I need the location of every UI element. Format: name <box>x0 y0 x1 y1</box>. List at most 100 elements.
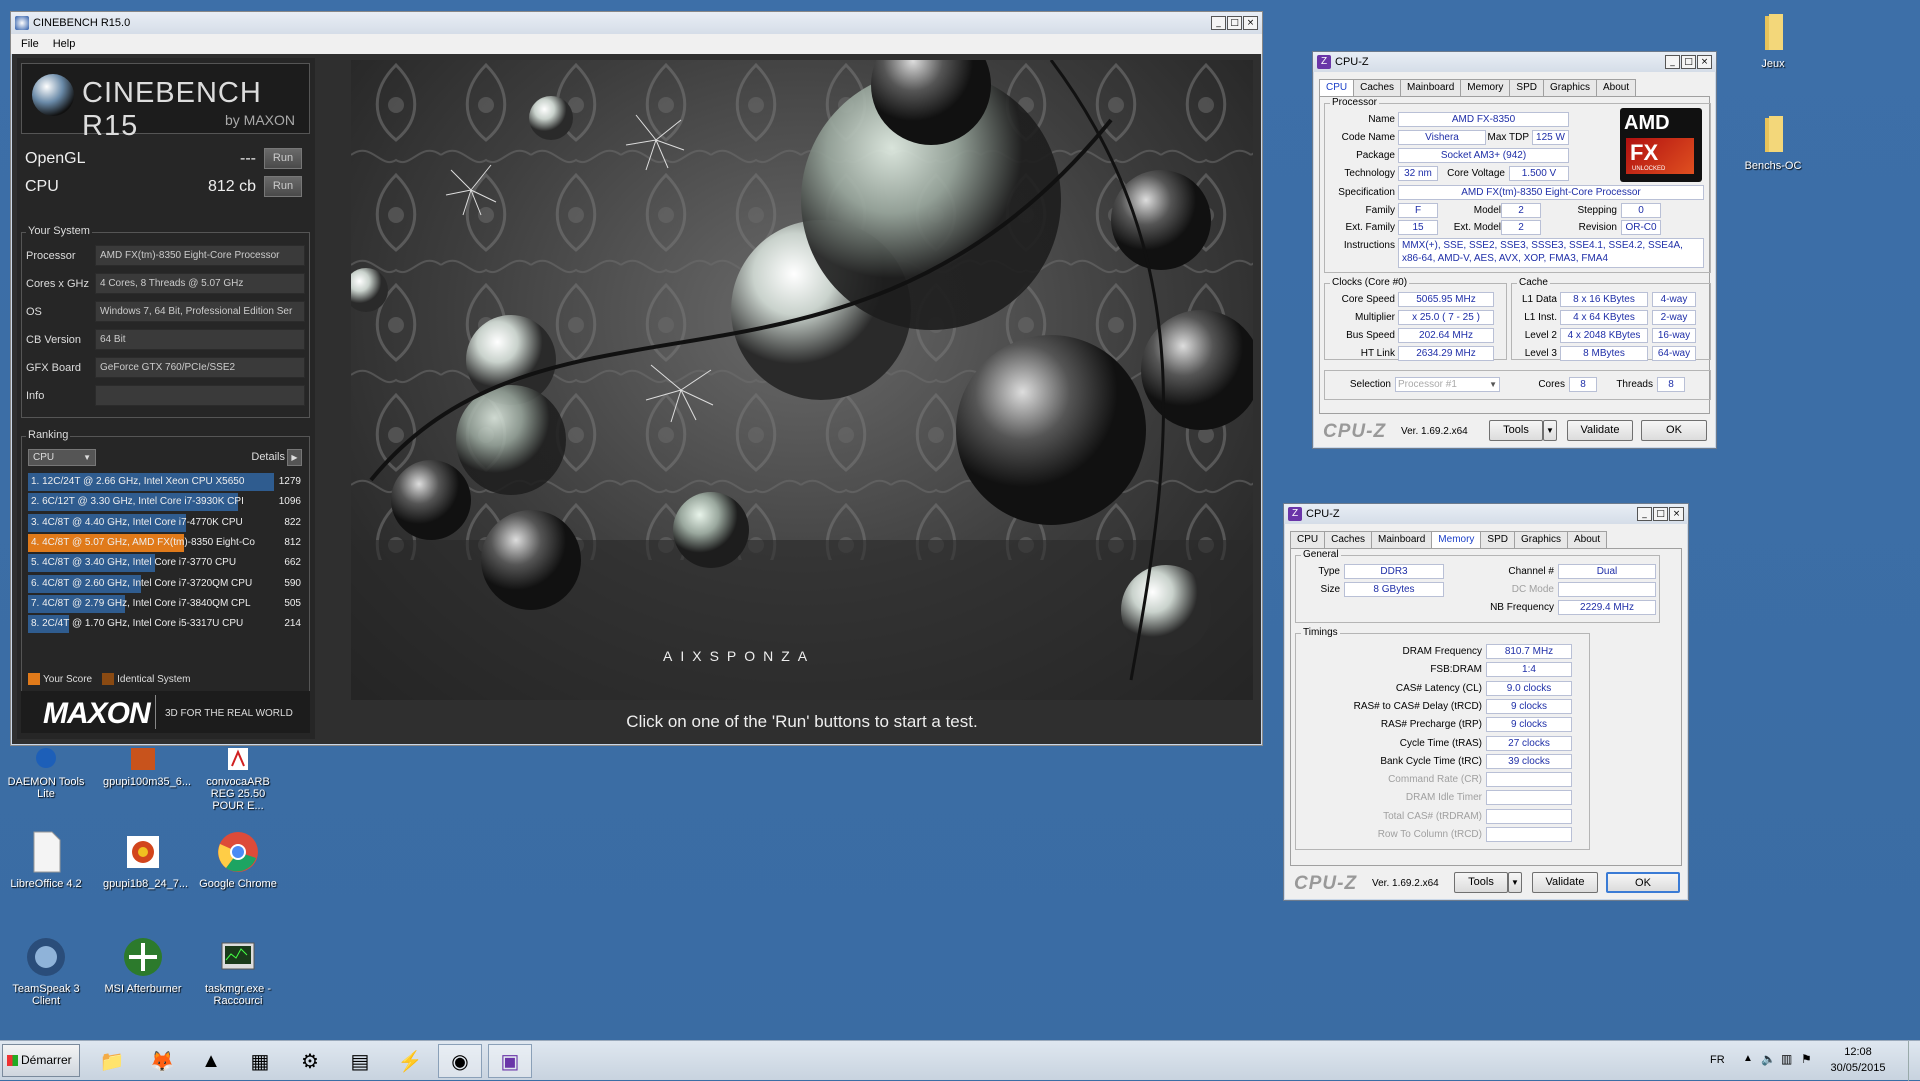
chevron-down-icon: ▼ <box>1489 380 1497 389</box>
tool-icon[interactable]: ⚙ <box>288 1044 332 1078</box>
cpuz-window-memory[interactable]: Z CPU-Z _ □ × CPU Caches Mainboard Memor… <box>1283 503 1689 901</box>
desktop-icon-taskmgr[interactable]: taskmgr.exe - Raccourci <box>198 935 278 1007</box>
field-label: L1 Inst. <box>1524 312 1557 323</box>
multiplier-value: x 25.0 ( 7 - 25 ) <box>1398 310 1494 325</box>
desktop-icon-daemon-tools[interactable]: DAEMON Tools Lite <box>6 748 86 800</box>
cpuz-window-cpu[interactable]: Z CPU-Z _ □ × CPU Caches Mainboard Memor… <box>1312 51 1717 449</box>
clock-date[interactable]: 30/05/2015 <box>1823 1062 1893 1074</box>
tab-caches[interactable]: Caches <box>1353 79 1402 97</box>
maximize-button[interactable]: □ <box>1227 16 1242 30</box>
tab-caches[interactable]: Caches <box>1324 531 1373 549</box>
desktop-icon-gpupi100m[interactable]: gpupi100m35_6... <box>103 748 191 788</box>
tab-cpu[interactable]: CPU <box>1290 531 1326 549</box>
firefox-icon[interactable]: 🦊 <box>140 1044 184 1078</box>
system-tray: FR ▲ 🔈 ▥ ⚑ 12:08 30/05/2015 <box>1705 1041 1920 1081</box>
close-button[interactable]: × <box>1669 507 1684 521</box>
tab-memory[interactable]: Memory <box>1460 79 1511 97</box>
timing-value: 27 clocks <box>1486 735 1572 751</box>
clock-time[interactable]: 12:08 <box>1823 1046 1893 1058</box>
cpuz-titlebar[interactable]: Z CPU-Z _ □ × <box>1284 504 1688 524</box>
tools-dropdown-icon[interactable]: ▼ <box>1543 420 1557 441</box>
ranking-score: 822 <box>284 516 301 528</box>
run-cpu-button[interactable]: Run <box>264 176 302 197</box>
desktop-icon-label: TeamSpeak 3 Client <box>12 983 80 1007</box>
ranking-group: Ranking CPU ▼ Details ▶ 1. 12C/24T @ 2.66… <box>21 429 310 692</box>
cpuz-icon[interactable]: ▣ <box>488 1044 532 1078</box>
tab-about[interactable]: About <box>1567 531 1608 549</box>
window-title: CINEBENCH R15.0 <box>33 17 131 29</box>
show-desktop-button[interactable] <box>1908 1041 1920 1081</box>
start-button[interactable]: Démarrer <box>2 1044 80 1077</box>
field-label: Ext. Family <box>1345 222 1395 233</box>
desktop-icon-label: Benchs-OC <box>1744 160 1802 172</box>
menu-file[interactable]: File <box>21 38 39 50</box>
ok-button[interactable]: OK <box>1606 872 1680 893</box>
run-opengl-button[interactable]: Run <box>264 148 302 169</box>
desktop-icon-chrome[interactable]: Google Chrome <box>198 830 278 890</box>
minimize-button[interactable]: _ <box>1211 16 1226 30</box>
cinebench-icon[interactable]: ◉ <box>438 1044 482 1078</box>
minimize-button[interactable]: _ <box>1637 507 1652 521</box>
test-score: 812 cb <box>207 178 256 195</box>
calculator-icon[interactable]: ▦ <box>238 1044 282 1078</box>
explorer-icon[interactable]: 📁 <box>90 1044 134 1078</box>
field-label: Revision <box>1578 222 1617 233</box>
desktop-icon-libreoffice[interactable]: LibreOffice 4.2 <box>6 830 86 890</box>
instructions-line: x86-64, AMD-V, AES, AVX, XOP, FMA3, FMA4 <box>1402 253 1609 264</box>
tools-button[interactable]: Tools <box>1454 872 1508 893</box>
details-label[interactable]: Details <box>251 451 285 463</box>
tab-about[interactable]: About <box>1596 79 1637 97</box>
tab-graphics[interactable]: Graphics <box>1513 531 1568 549</box>
menu-help[interactable]: Help <box>53 38 76 50</box>
ranking-text: 6. 4C/8T @ 2.60 GHz, Intel Core i7-3720Q… <box>31 577 253 589</box>
validate-button[interactable]: Validate <box>1532 872 1598 893</box>
instructions-value: MMX(+), SSE, SSE2, SSE3, SSSE3, SSE4.1, … <box>1398 238 1704 268</box>
close-button[interactable]: × <box>1243 16 1258 30</box>
system-row-info: Info <box>26 385 305 407</box>
maximize-button[interactable]: □ <box>1653 507 1668 521</box>
tab-spd[interactable]: SPD <box>1480 531 1515 549</box>
action-center-icon[interactable]: ⚑ <box>1801 1052 1812 1066</box>
close-button[interactable]: × <box>1697 55 1712 69</box>
l2-way-value: 16-way <box>1652 328 1696 343</box>
tab-spd[interactable]: SPD <box>1509 79 1544 97</box>
details-arrow-icon[interactable]: ▶ <box>287 449 302 466</box>
tray-expand-icon[interactable]: ▲ <box>1743 1053 1753 1064</box>
tab-mainboard[interactable]: Mainboard <box>1371 531 1433 549</box>
cpuz-titlebar[interactable]: Z CPU-Z _ □ × <box>1313 52 1716 72</box>
desktop-icon-teamspeak[interactable]: TeamSpeak 3 Client <box>6 935 86 1007</box>
desktop-icon-afterburner[interactable]: MSI Afterburner <box>103 935 183 995</box>
network-icon[interactable]: ▥ <box>1781 1052 1792 1066</box>
ranking-select[interactable]: CPU ▼ <box>28 449 96 466</box>
general-fieldset: General Type DDR3 Channel # Dual Size 8 … <box>1295 549 1660 623</box>
desktop-icon-convoca-pdf[interactable]: convocaARB REG 25.50 POUR E... <box>198 748 278 812</box>
system-row-gfx: GFX Board GeForce GTX 760/PCIe/SSE2 <box>26 357 305 379</box>
l1-inst-way-value: 2-way <box>1652 310 1696 325</box>
desktop-icon-jeux[interactable]: Jeux <box>1733 10 1813 70</box>
l3-value: 8 MBytes <box>1560 346 1648 361</box>
vlc-icon[interactable]: ▲ <box>189 1044 233 1078</box>
core-speed-value: 5065.95 MHz <box>1398 292 1494 307</box>
language-indicator[interactable]: FR <box>1710 1054 1725 1066</box>
cinebench-window[interactable]: CINEBENCH R15.0 _ □ × File Help CINEBENC… <box>10 11 1263 746</box>
monitor-icon[interactable]: ▤ <box>338 1044 382 1078</box>
tab-mainboard[interactable]: Mainboard <box>1400 79 1462 97</box>
processor-select[interactable]: Processor #1 ▼ <box>1395 377 1500 392</box>
flash-icon[interactable]: ⚡ <box>388 1044 432 1078</box>
tab-graphics[interactable]: Graphics <box>1542 79 1597 97</box>
cinebench-titlebar[interactable]: CINEBENCH R15.0 _ □ × <box>11 12 1262 34</box>
tools-dropdown-icon[interactable]: ▼ <box>1508 872 1522 893</box>
test-label: CPU <box>25 178 59 195</box>
validate-button[interactable]: Validate <box>1567 420 1633 441</box>
desktop-icon-benchs-oc[interactable]: Benchs-OC <box>1733 112 1813 172</box>
tools-button[interactable]: Tools <box>1489 420 1543 441</box>
field-label: Stepping <box>1577 205 1617 216</box>
info-field[interactable] <box>95 385 305 406</box>
desktop-icon-gpupi1b8[interactable]: gpupi1b8_24_7... <box>103 830 188 890</box>
minimize-button[interactable]: _ <box>1665 55 1680 69</box>
maximize-button[interactable]: □ <box>1681 55 1696 69</box>
fieldset-legend: Clocks (Core #0) <box>1330 277 1410 288</box>
ok-button[interactable]: OK <box>1641 420 1707 441</box>
volume-icon[interactable]: 🔈 <box>1761 1052 1776 1066</box>
field-label: Specification <box>1338 187 1395 198</box>
